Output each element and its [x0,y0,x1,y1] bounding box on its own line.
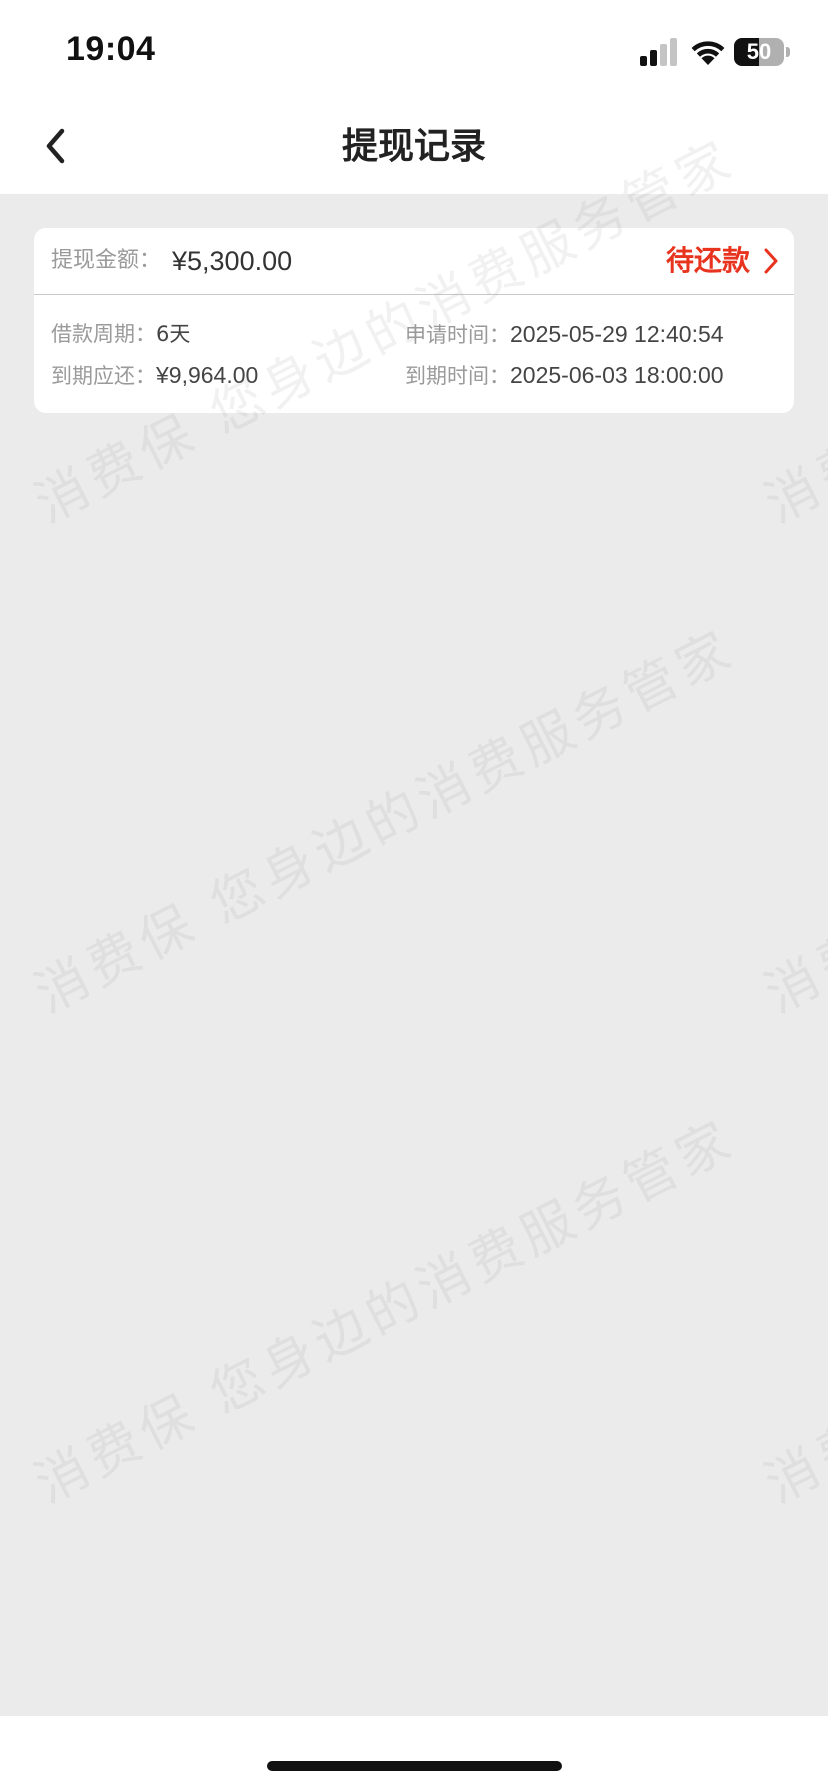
due-amount-label: 到期应还： [51,364,156,388]
page-title: 提现记录 [341,126,486,167]
watermark-text: 消费保 您身边的消费服务管家 [755,619,828,1026]
battery-icon: 50 [734,38,790,66]
loan-period-value: 6天 [156,322,191,346]
due-amount-value: ¥9,964.00 [156,362,259,388]
cellular-signal-icon [640,38,677,66]
apply-time-label: 申请时间： [405,323,510,347]
due-time-value: 2025-06-03 18:00:00 [510,362,724,388]
status-bar: 19:04 50 [0,0,828,100]
apply-time-row: 申请时间：2025-05-29 12:40:54 [405,317,724,351]
apply-time-value: 2025-05-29 12:40:54 [510,321,724,347]
withdrawal-amount-value: ¥5,300.00 [172,246,293,276]
watermark-text: 消费保 您身边的消费服务管家 [25,619,746,1026]
repayment-status-badge[interactable]: 待还款 [666,228,750,294]
record-card-header: 提现金额： ¥5,300.00 待还款 [34,228,794,295]
withdrawal-record-card[interactable]: 提现金额： ¥5,300.00 待还款 借款周期：6天 申请时间：2025-05… [34,228,794,413]
chevron-right-icon[interactable] [760,247,782,275]
due-amount-row: 到期应还：¥9,964.00 [51,358,258,392]
watermark-text: 消费保 您身边的消费服务管家 [25,1109,746,1516]
status-time: 19:04 [66,30,156,68]
navigation-bar: 提现记录 [0,100,828,194]
back-button[interactable] [30,120,82,172]
home-indicator[interactable] [267,1761,562,1771]
withdrawal-amount-label: 提现金额： [51,248,162,273]
chevron-left-icon [46,128,65,164]
battery-percentage: 50 [746,39,772,64]
due-time-row: 到期时间：2025-06-03 18:00:00 [405,358,724,392]
wifi-icon [691,41,725,65]
watermark-text: 消费保 您身边的消费服务管家 [755,1109,828,1516]
bottom-safe-area [0,1716,828,1792]
loan-period-label: 借款周期： [51,322,156,346]
due-time-label: 到期时间： [405,364,510,388]
loan-period-row: 借款周期：6天 [51,317,190,351]
